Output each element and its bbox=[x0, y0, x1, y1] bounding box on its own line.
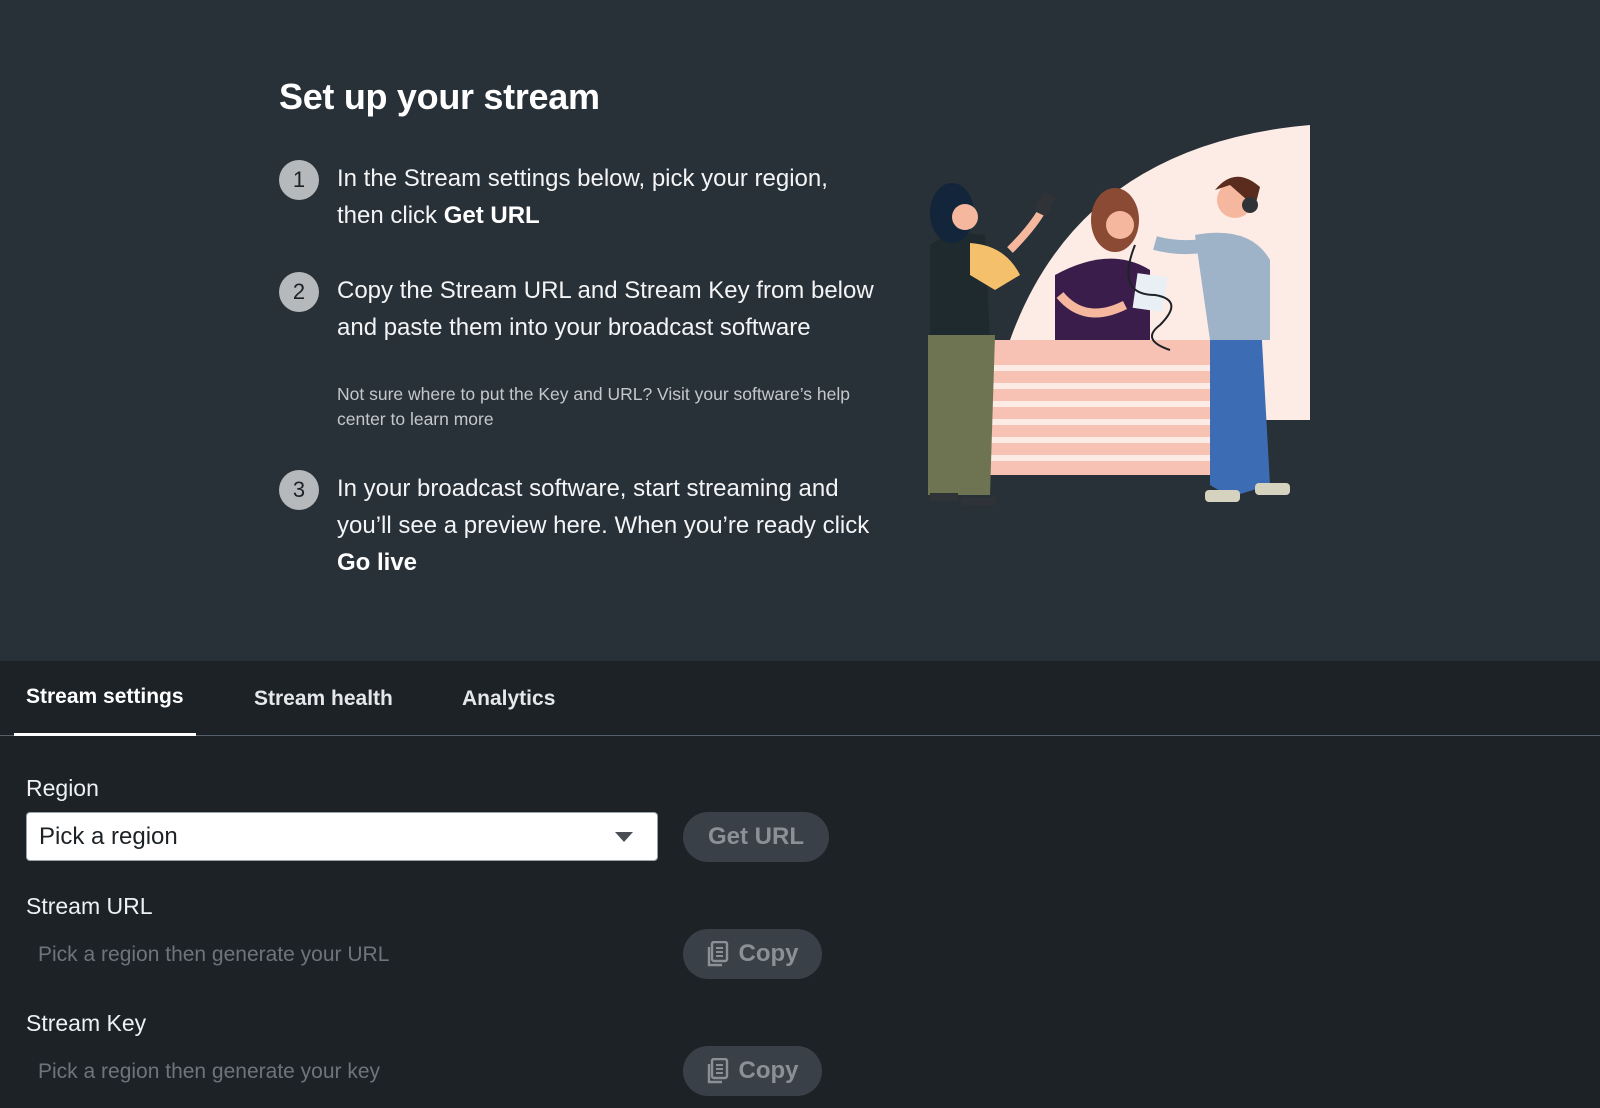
copy-key-label: Copy bbox=[738, 1057, 799, 1084]
step-1-bold: Get URL bbox=[443, 202, 540, 229]
chevron-down-icon bbox=[615, 832, 633, 842]
copy-url-button[interactable]: Copy bbox=[683, 929, 822, 979]
copy-document-icon bbox=[707, 941, 729, 967]
step-2: 2 Copy the Stream URL and Stream Key fro… bbox=[279, 272, 879, 432]
setup-hero: Set up your stream 1 In the Stream setti… bbox=[0, 0, 1600, 661]
step-2-text: Copy the Stream URL and Stream Key from … bbox=[337, 277, 874, 341]
stream-url-label: Stream URL bbox=[26, 893, 153, 919]
step-2-hint: Not sure where to put the Key and URL? V… bbox=[337, 384, 850, 429]
step-3-bold: Go live bbox=[337, 549, 418, 576]
step-1: 1 In the Stream settings below, pick you… bbox=[279, 160, 879, 240]
copy-key-button[interactable]: Copy bbox=[683, 1046, 822, 1096]
step-number-2: 2 bbox=[279, 272, 319, 312]
broadcast-team-illustration bbox=[928, 125, 1310, 505]
stream-key-value: Pick a region then generate your key bbox=[38, 1060, 381, 1083]
tab-analytics[interactable]: Analytics bbox=[450, 661, 567, 736]
get-url-button[interactable]: Get URL bbox=[683, 812, 829, 862]
tab-stream-health[interactable]: Stream health bbox=[242, 661, 405, 736]
region-label: Region bbox=[26, 775, 99, 801]
tab-stream-settings[interactable]: Stream settings bbox=[14, 661, 196, 736]
step-3: 3 In your broadcast software, start stre… bbox=[279, 470, 879, 590]
region-select[interactable]: Pick a region bbox=[26, 812, 658, 861]
step-1-text: In the Stream settings below, pick your … bbox=[337, 165, 828, 229]
stream-url-value: Pick a region then generate your URL bbox=[38, 943, 390, 966]
step-number-3: 3 bbox=[279, 470, 319, 510]
stream-tabs: Stream settings Stream health Analytics bbox=[0, 661, 1600, 736]
page-title: Set up your stream bbox=[279, 76, 600, 117]
step-3-text: In your broadcast software, start stream… bbox=[337, 475, 870, 576]
step-number-1: 1 bbox=[279, 160, 319, 200]
copy-url-label: Copy bbox=[738, 940, 799, 967]
stream-key-label: Stream Key bbox=[26, 1010, 147, 1036]
region-select-value: Pick a region bbox=[39, 822, 178, 850]
copy-document-icon bbox=[707, 1058, 729, 1084]
